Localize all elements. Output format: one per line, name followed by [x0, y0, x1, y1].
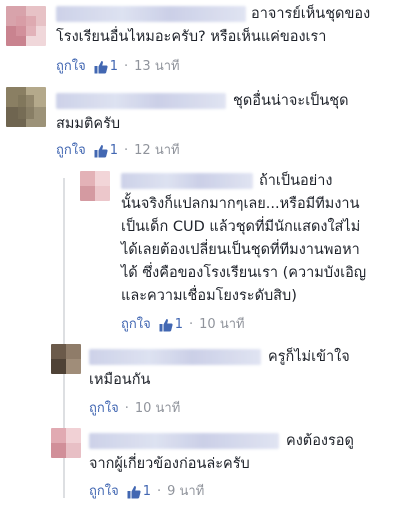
comment-text: ชุดอื่นน่าจะเป็นชุด สมมติครับ [56, 93, 349, 132]
reply-text: ครูก็ไม่เข้าใจ เหมือนกัน [89, 349, 350, 388]
comment-actions: ถูกใจ 1 · 13 นาที [56, 59, 180, 75]
timestamp[interactable]: 10 นาที [199, 317, 244, 333]
thumbs-up-icon[interactable] [159, 318, 173, 332]
comment-text: อาจารย์เห็นชุดของ โรงเรียนอื่นไหมอะครับ?… [56, 6, 371, 45]
separator-dot: · [124, 59, 129, 74]
thumbs-up-icon[interactable] [127, 485, 141, 499]
thumbs-up-icon[interactable] [94, 144, 108, 158]
timestamp[interactable]: 10 นาที [135, 401, 180, 417]
like-link[interactable]: ถูกใจ [121, 317, 151, 333]
like-link[interactable]: ถูกใจ [89, 401, 119, 417]
timestamp[interactable]: 12 นาที [134, 143, 179, 159]
timestamp[interactable]: 9 นาที [167, 484, 204, 500]
like-link[interactable]: ถูกใจ [56, 59, 86, 75]
separator-dot: · [189, 317, 194, 332]
avatar[interactable] [51, 428, 81, 458]
like-link[interactable]: ถูกใจ [56, 143, 86, 159]
like-count[interactable]: 1 [110, 59, 118, 75]
timestamp[interactable]: 13 นาที [134, 59, 179, 75]
comment-actions: ถูกใจ · 10 นาที [89, 401, 180, 417]
separator-dot: · [124, 143, 129, 158]
like-count[interactable]: 1 [110, 143, 118, 159]
avatar[interactable] [51, 344, 81, 374]
like-count[interactable]: 1 [175, 317, 183, 333]
comment-actions: ถูกใจ 1 · 10 นาที [121, 317, 245, 333]
reply-text: คงต้องรอดู จากผู้เกี่ยวข้องก่อนล่ะครับ [89, 433, 354, 472]
separator-dot: · [157, 484, 162, 499]
avatar[interactable] [6, 6, 46, 46]
comment-actions: ถูกใจ 1 · 9 นาที [89, 484, 204, 500]
comment-actions: ถูกใจ 1 · 12 นาที [56, 143, 180, 159]
separator-dot: · [124, 401, 129, 416]
avatar[interactable] [80, 171, 110, 201]
like-count[interactable]: 1 [143, 484, 151, 500]
reply-text: ถ้าเป็นอย่าง นั้นจริงก็แปลกมากๆเลย...หรื… [121, 173, 367, 304]
like-link[interactable]: ถูกใจ [89, 484, 119, 500]
thumbs-up-icon[interactable] [94, 60, 108, 74]
avatar[interactable] [6, 87, 46, 127]
